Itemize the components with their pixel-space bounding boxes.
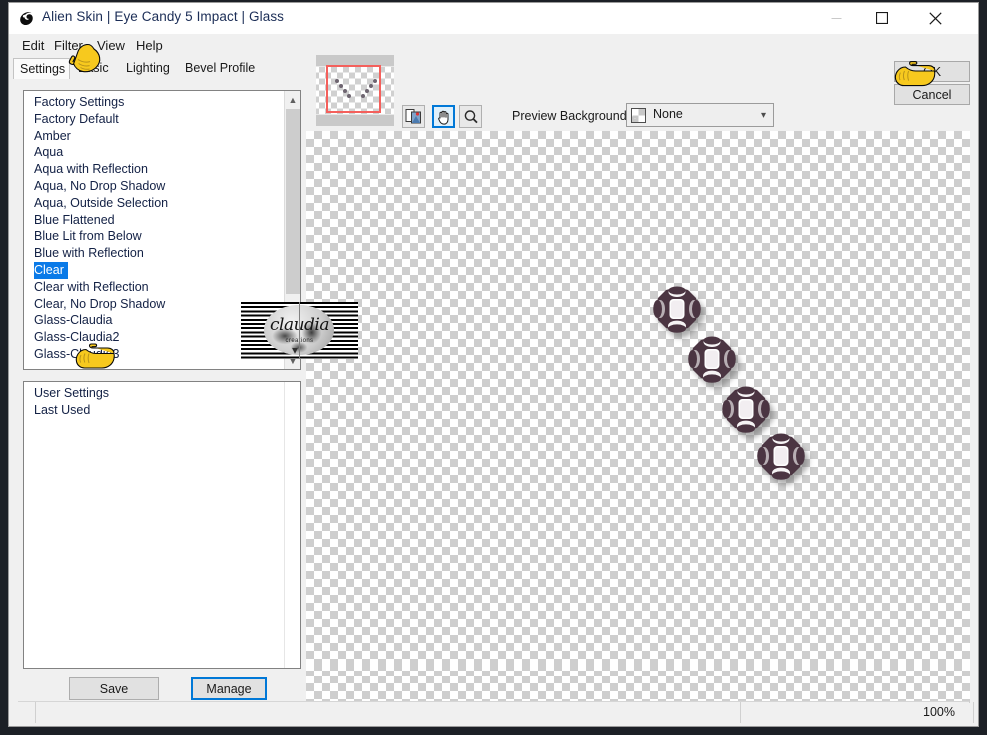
user-list-rows: User Settings Last Used bbox=[24, 385, 283, 668]
list-item[interactable]: Factory Default bbox=[24, 111, 283, 128]
navigator-thumbnail[interactable] bbox=[316, 55, 394, 126]
menu-item-view[interactable]: View bbox=[92, 36, 130, 55]
navigator-selection-rect[interactable] bbox=[326, 65, 381, 113]
alienskin-drop-icon bbox=[17, 9, 36, 28]
list-item[interactable]: Aqua bbox=[24, 144, 283, 161]
list-item[interactable]: Last Used bbox=[24, 402, 283, 419]
flower-shape-3 bbox=[722, 386, 770, 433]
preview-background-select[interactable]: None ▾ bbox=[626, 103, 774, 127]
status-separator bbox=[740, 702, 741, 723]
chevron-down-icon: ▾ bbox=[292, 343, 299, 357]
cancel-button[interactable]: Cancel bbox=[894, 84, 970, 105]
compare-preview-icon bbox=[405, 109, 421, 124]
list-item-selected-row: Clear bbox=[24, 261, 283, 279]
list-item[interactable]: Aqua, No Drop Shadow bbox=[24, 178, 283, 195]
app-frame: Alien Skin | Eye Candy 5 Impact | Glass bbox=[0, 0, 987, 735]
status-separator bbox=[973, 702, 974, 723]
zoom-level-label: 100% bbox=[923, 705, 955, 719]
canvas-shapes bbox=[653, 286, 805, 480]
chevron-down-icon[interactable]: ▾ bbox=[761, 110, 766, 121]
hand-pan-icon bbox=[437, 110, 448, 125]
flower-shape-4 bbox=[757, 433, 805, 480]
manage-button[interactable]: Manage bbox=[191, 677, 267, 700]
list-item[interactable]: Amber bbox=[24, 128, 283, 145]
zoom-magnifier-button[interactable] bbox=[459, 105, 482, 128]
compare-preview-button[interactable] bbox=[402, 105, 425, 128]
flower-shape-2 bbox=[688, 336, 736, 383]
list-item[interactable]: Clear with Reflection bbox=[24, 279, 283, 296]
tab-bevel-profile[interactable]: Bevel Profile bbox=[179, 58, 263, 79]
list-item[interactable]: Factory Settings bbox=[24, 94, 283, 111]
zoom-magnifier-icon bbox=[464, 109, 478, 123]
preview-background-label: Preview Background: bbox=[512, 109, 631, 123]
settings-pane: Factory Settings Factory Default Amber A… bbox=[17, 80, 303, 700]
minimize-icon bbox=[831, 17, 841, 19]
close-icon bbox=[928, 11, 942, 25]
list-item[interactable]: Blue with Reflection bbox=[24, 245, 283, 262]
menu-item-edit[interactable]: Edit bbox=[17, 36, 49, 55]
status-bar: 100% bbox=[18, 701, 974, 723]
scrollbar-thumb[interactable] bbox=[286, 109, 300, 294]
transparent-checker-swatch-icon bbox=[631, 108, 646, 123]
navigator-band-bottom bbox=[316, 115, 394, 126]
maximize-icon bbox=[876, 12, 888, 24]
hand-pan-button[interactable] bbox=[432, 105, 455, 128]
preview-background-value: None bbox=[653, 107, 683, 121]
menu-item-help[interactable]: Help bbox=[131, 36, 168, 55]
list-item[interactable]: Aqua with Reflection bbox=[24, 161, 283, 178]
user-list-scrollbar[interactable] bbox=[284, 382, 300, 668]
maximize-button[interactable] bbox=[859, 3, 905, 33]
preview-canvas[interactable] bbox=[306, 131, 970, 703]
tab-lighting[interactable]: Lighting bbox=[120, 58, 177, 79]
canvas-bottom-strip bbox=[306, 663, 970, 676]
user-settings-list[interactable]: User Settings Last Used bbox=[23, 381, 301, 669]
watermark-overlay: claudia creations ▾ bbox=[241, 302, 358, 359]
list-item[interactable]: User Settings bbox=[24, 385, 283, 402]
plugin-window: Alien Skin | Eye Candy 5 Impact | Glass bbox=[8, 2, 979, 727]
minimize-button[interactable] bbox=[813, 3, 859, 33]
status-separator bbox=[35, 702, 36, 723]
scroll-up-icon[interactable]: ▲ bbox=[285, 91, 300, 108]
tab-strip: Settings Basic Lighting Bevel Profile bbox=[13, 58, 303, 80]
preview-pane: Preview Background: None ▾ OK Cancel bbox=[306, 43, 970, 726]
list-item[interactable]: Aqua, Outside Selection bbox=[24, 195, 283, 212]
close-button[interactable] bbox=[912, 3, 958, 33]
title-bar: Alien Skin | Eye Candy 5 Impact | Glass bbox=[9, 3, 978, 34]
ok-button[interactable]: OK bbox=[894, 61, 970, 82]
tab-settings[interactable]: Settings bbox=[13, 58, 70, 79]
watermark-divider bbox=[299, 302, 300, 359]
save-button[interactable]: Save bbox=[69, 677, 159, 700]
window-title: Alien Skin | Eye Candy 5 Impact | Glass bbox=[42, 9, 285, 24]
preview-toolbar: Preview Background: None ▾ OK Cancel bbox=[306, 43, 970, 131]
list-item-clear[interactable]: Clear bbox=[34, 261, 68, 279]
tab-basic[interactable]: Basic bbox=[72, 58, 118, 79]
list-item[interactable]: Blue Lit from Below bbox=[24, 228, 283, 245]
menu-item-filter[interactable]: Filter bbox=[49, 36, 88, 55]
list-item[interactable]: Blue Flattened bbox=[24, 212, 283, 229]
flower-shape-1 bbox=[653, 286, 701, 333]
